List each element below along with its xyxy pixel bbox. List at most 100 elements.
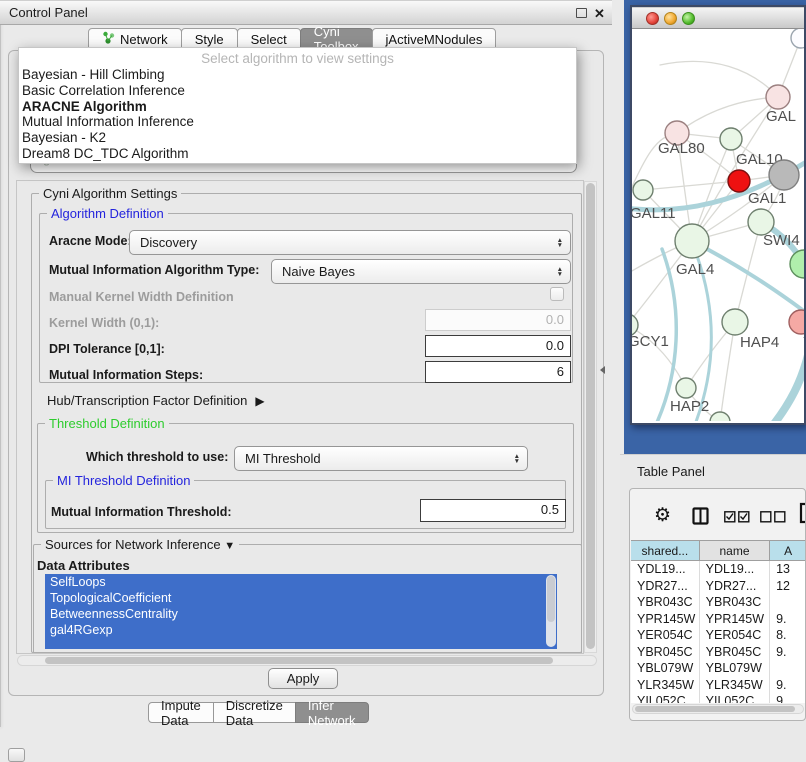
bottom-tab-infer-network[interactable]: Infer Network — [295, 702, 369, 723]
attribute-item-betweennesscentrality[interactable]: BetweennessCentrality — [45, 606, 557, 622]
mac-close-button[interactable] — [646, 12, 659, 25]
table-row[interactable]: YDL19...YDL19...13 — [631, 561, 806, 578]
mi-steps-input[interactable]: 6 — [425, 361, 571, 383]
table-cell[interactable]: YDL19... — [631, 561, 700, 578]
data-attributes-list[interactable]: SelfLoopsTopologicalCoefficientBetweenne… — [45, 574, 557, 649]
table-hscrollbar[interactable] — [632, 704, 804, 714]
table-hscrollbar-thumb[interactable] — [635, 706, 795, 712]
network-node-y[interactable] — [789, 310, 804, 334]
table-cell[interactable] — [770, 594, 806, 611]
apply-button[interactable]: Apply — [268, 668, 338, 689]
aracne-mode-combo[interactable]: Discovery ▲▼ — [129, 230, 571, 255]
table-cell[interactable]: YBR043C — [700, 594, 770, 611]
table-cell[interactable]: YBR045C — [700, 644, 770, 661]
mi-threshold-input[interactable]: 0.5 — [420, 499, 566, 522]
table-row[interactable]: YLR345WYLR345W9. — [631, 677, 806, 694]
attributes-scrollbar[interactable] — [546, 575, 556, 647]
mi-type-combo[interactable]: Naive Bayes ▲▼ — [271, 259, 571, 284]
settings-hscrollbar-thumb[interactable] — [45, 657, 553, 664]
network-node-gal10[interactable] — [720, 128, 742, 150]
float-window-icon[interactable] — [576, 8, 587, 18]
table-cell[interactable]: YIL052C — [631, 693, 700, 703]
column-header-a[interactable]: A — [770, 540, 806, 561]
table-cell[interactable]: YBL079W — [631, 660, 700, 677]
attribute-item-topologicalcoefficient[interactable]: TopologicalCoefficient — [45, 590, 557, 606]
table-cell[interactable]: YER054C — [700, 627, 770, 644]
attribute-item-selfloops[interactable]: SelfLoops — [45, 574, 557, 590]
table-cell[interactable]: YBR043C — [631, 594, 700, 611]
hub-definition-expander[interactable]: Hub/Transcription Factor Definition ▶ — [47, 393, 265, 408]
network-node[interactable] — [791, 29, 804, 48]
network-node[interactable] — [710, 412, 730, 421]
network-node-gal1[interactable] — [728, 170, 750, 192]
dropdown-item-bayesian-k2[interactable]: Bayesian - K2 — [19, 130, 576, 146]
table-cell[interactable]: YDR27... — [700, 578, 770, 595]
attributes-scrollbar-thumb[interactable] — [547, 576, 555, 622]
manual-kernel-checkbox[interactable] — [550, 287, 564, 301]
dropdown-item-dream8-dc-tdc-algorithm[interactable]: Dream8 DC_TDC Algorithm — [19, 146, 576, 162]
which-threshold-combo[interactable]: MI Threshold ▲▼ — [234, 446, 528, 471]
network-edge[interactable] — [677, 97, 778, 133]
network-node-gal[interactable] — [766, 85, 790, 109]
network-node[interactable] — [769, 160, 799, 190]
network-node-gal11[interactable] — [633, 180, 653, 200]
gear-icon[interactable]: ⚙ — [654, 504, 671, 527]
table-cell[interactable]: YPR145W — [700, 611, 770, 628]
unchecked-checkbox-icon[interactable] — [760, 511, 786, 523]
table-cell[interactable]: YPR145W — [631, 611, 700, 628]
settings-vscrollbar[interactable] — [584, 181, 597, 653]
table-row[interactable]: YER054CYER054C8. — [631, 627, 806, 644]
attribute-item-gal4rgexp[interactable]: gal4RGexp — [45, 622, 557, 638]
dpi-tolerance-input[interactable]: 0.0 — [425, 335, 571, 357]
table-cell[interactable]: 9. — [770, 677, 806, 694]
columns-icon[interactable] — [692, 507, 709, 525]
network-node[interactable] — [790, 250, 804, 278]
table-cell[interactable]: YBL079W — [700, 660, 770, 677]
kernel-width-input[interactable]: 0.0 — [425, 309, 571, 331]
table-row[interactable]: YIL052CYIL052C9. — [631, 693, 806, 703]
mac-minimize-button[interactable] — [664, 12, 677, 25]
table-cell[interactable]: YBR045C — [631, 644, 700, 661]
table-row[interactable]: YBL079WYBL079W — [631, 660, 806, 677]
close-window-icon[interactable]: ✕ — [594, 9, 605, 19]
table-cell[interactable]: YER054C — [631, 627, 700, 644]
column-header-shared[interactable]: shared... — [631, 540, 700, 561]
table-cell[interactable]: YLR345W — [700, 677, 770, 694]
table-cell[interactable]: YLR345W — [631, 677, 700, 694]
dropdown-item-basic-correlation-inference[interactable]: Basic Correlation Inference — [19, 83, 576, 99]
collapse-panel-button[interactable] — [8, 748, 25, 762]
divider-arrow-icon[interactable] — [600, 366, 605, 374]
dropdown-item-bayesian-hill-climbing[interactable]: Bayesian - Hill Climbing — [19, 67, 576, 83]
table-row[interactable]: YBR043CYBR043C — [631, 594, 806, 611]
bottom-tab-impute-data[interactable]: Impute Data — [148, 702, 214, 723]
network-node-gal4[interactable] — [675, 224, 709, 258]
table-cell[interactable]: 9. — [770, 693, 806, 703]
table-cell[interactable]: YDL19... — [700, 561, 770, 578]
table-cell[interactable]: YDR27... — [631, 578, 700, 595]
table-cell[interactable]: 9. — [770, 644, 806, 661]
bottom-tab-discretize-data[interactable]: Discretize Data — [213, 702, 296, 723]
table-cell[interactable]: 8. — [770, 627, 806, 644]
column-header-name[interactable]: name — [700, 540, 771, 561]
network-node-hap4[interactable] — [722, 309, 748, 335]
settings-hscrollbar[interactable] — [17, 655, 597, 666]
network-edge[interactable] — [770, 351, 804, 421]
table-cell[interactable]: 9. — [770, 611, 806, 628]
settings-vscrollbar-thumb[interactable] — [586, 183, 595, 649]
network-edge[interactable] — [660, 61, 778, 97]
network-canvas[interactable]: GALGAL80GAL10GAL1GAL11SWI4GAL4GCY1HAP4YH… — [632, 29, 804, 421]
table-row[interactable]: YDR27...YDR27...12 — [631, 578, 806, 595]
document-icon[interactable] — [799, 502, 806, 524]
control-panel-titlebar[interactable]: Control Panel ✕ — [0, 0, 612, 25]
table-cell[interactable]: 13 — [770, 561, 806, 578]
table-cell[interactable]: 12 — [770, 578, 806, 595]
dropdown-item-mutual-information-inference[interactable]: Mutual Information Inference — [19, 114, 576, 130]
network-window-titlebar[interactable] — [632, 7, 804, 29]
checked-checkbox-icon[interactable] — [724, 511, 750, 523]
sources-group-title[interactable]: Sources for Network Inference ▼ — [41, 538, 239, 553]
network-node-hap2[interactable] — [676, 378, 696, 398]
dropdown-item-aracne-algorithm[interactable]: ARACNE Algorithm — [19, 99, 576, 115]
table-cell[interactable]: YIL052C — [700, 693, 770, 703]
table-cell[interactable] — [770, 660, 806, 677]
table-row[interactable]: YBR045CYBR045C9. — [631, 644, 806, 661]
